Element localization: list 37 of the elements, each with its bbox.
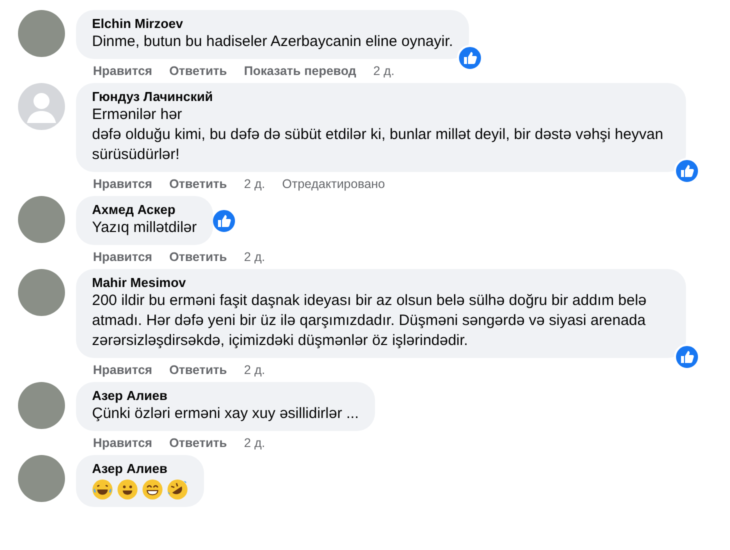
comment-text: Dinme, butun bu hadiseler Azerbaycanin eline oynayir.	[92, 32, 454, 52]
author-name[interactable]: Гюндуз Лачинский	[92, 89, 670, 105]
timestamp: 2 д.	[244, 177, 266, 192]
action-link[interactable]: Ответить	[169, 177, 227, 192]
action-link[interactable]: Ответить	[169, 250, 227, 265]
comment-text: 200 ildir bu erməni faşit daşnak ideyası bir az olsun belə sülhə doğru bir addım belə atmadı. Hər dəfə yeni bir üz ilə qarşımızdadır. Düşməni səngərdə və siyasi arenada zərərsizləşdirsəkdə, içimizdəki düşmənlər öz işlərindədir.	[92, 291, 648, 351]
action-link[interactable]: Ответить	[169, 363, 227, 378]
avatar-photo-placeholder[interactable]	[18, 269, 65, 316]
avatar-photo-placeholder[interactable]	[18, 455, 65, 502]
comment-text: Yazıq millətdilər	[92, 218, 197, 238]
action-link[interactable]: Ответить	[169, 64, 227, 79]
avatar-photo-placeholder[interactable]	[18, 10, 65, 57]
smiling-emoji-icon	[117, 479, 138, 500]
comment-text: Çünki özləri erməni xay xuy əsillidirlər ...	[92, 404, 359, 424]
timestamp: 2 д.	[244, 363, 266, 378]
action-link[interactable]: Ответить	[169, 436, 227, 451]
rolling-laughing-emoji-icon	[167, 479, 188, 500]
author-name[interactable]: Ахмед Аскер	[92, 202, 197, 218]
edited-label: Отредактировано	[282, 177, 386, 192]
tears-of-joy-emoji-icon	[92, 479, 113, 500]
timestamp: 2 д.	[244, 436, 266, 451]
author-name[interactable]: Азер Алиев	[92, 388, 359, 404]
action-link[interactable]: Нравится	[93, 436, 152, 451]
author-name[interactable]: Mahir Mesimov	[92, 275, 670, 291]
action-link[interactable]: Нравится	[93, 363, 152, 378]
timestamp: 2 д.	[244, 250, 266, 265]
grinning-emoji-icon	[142, 479, 163, 500]
avatar-photo-placeholder[interactable]	[18, 382, 65, 429]
timestamp: 2 д.	[373, 64, 394, 79]
action-link[interactable]: Показать перевод	[244, 64, 356, 79]
comment-text: Ermənilər hər dəfə olduğu kimi, bu dəfə də sübüt etdilər ki, bunlar millət deyil, bir dəstə vəhşi heyvan sürüsüdürlər!	[92, 105, 664, 165]
author-name[interactable]: Азер Алиев	[92, 461, 188, 477]
action-link[interactable]: Нравится	[93, 177, 152, 192]
action-link[interactable]: Нравится	[93, 64, 152, 79]
author-name[interactable]: Elchin Mirzoev	[92, 16, 454, 32]
action-link[interactable]: Нравится	[93, 250, 152, 265]
avatar-photo-placeholder[interactable]	[18, 196, 65, 243]
